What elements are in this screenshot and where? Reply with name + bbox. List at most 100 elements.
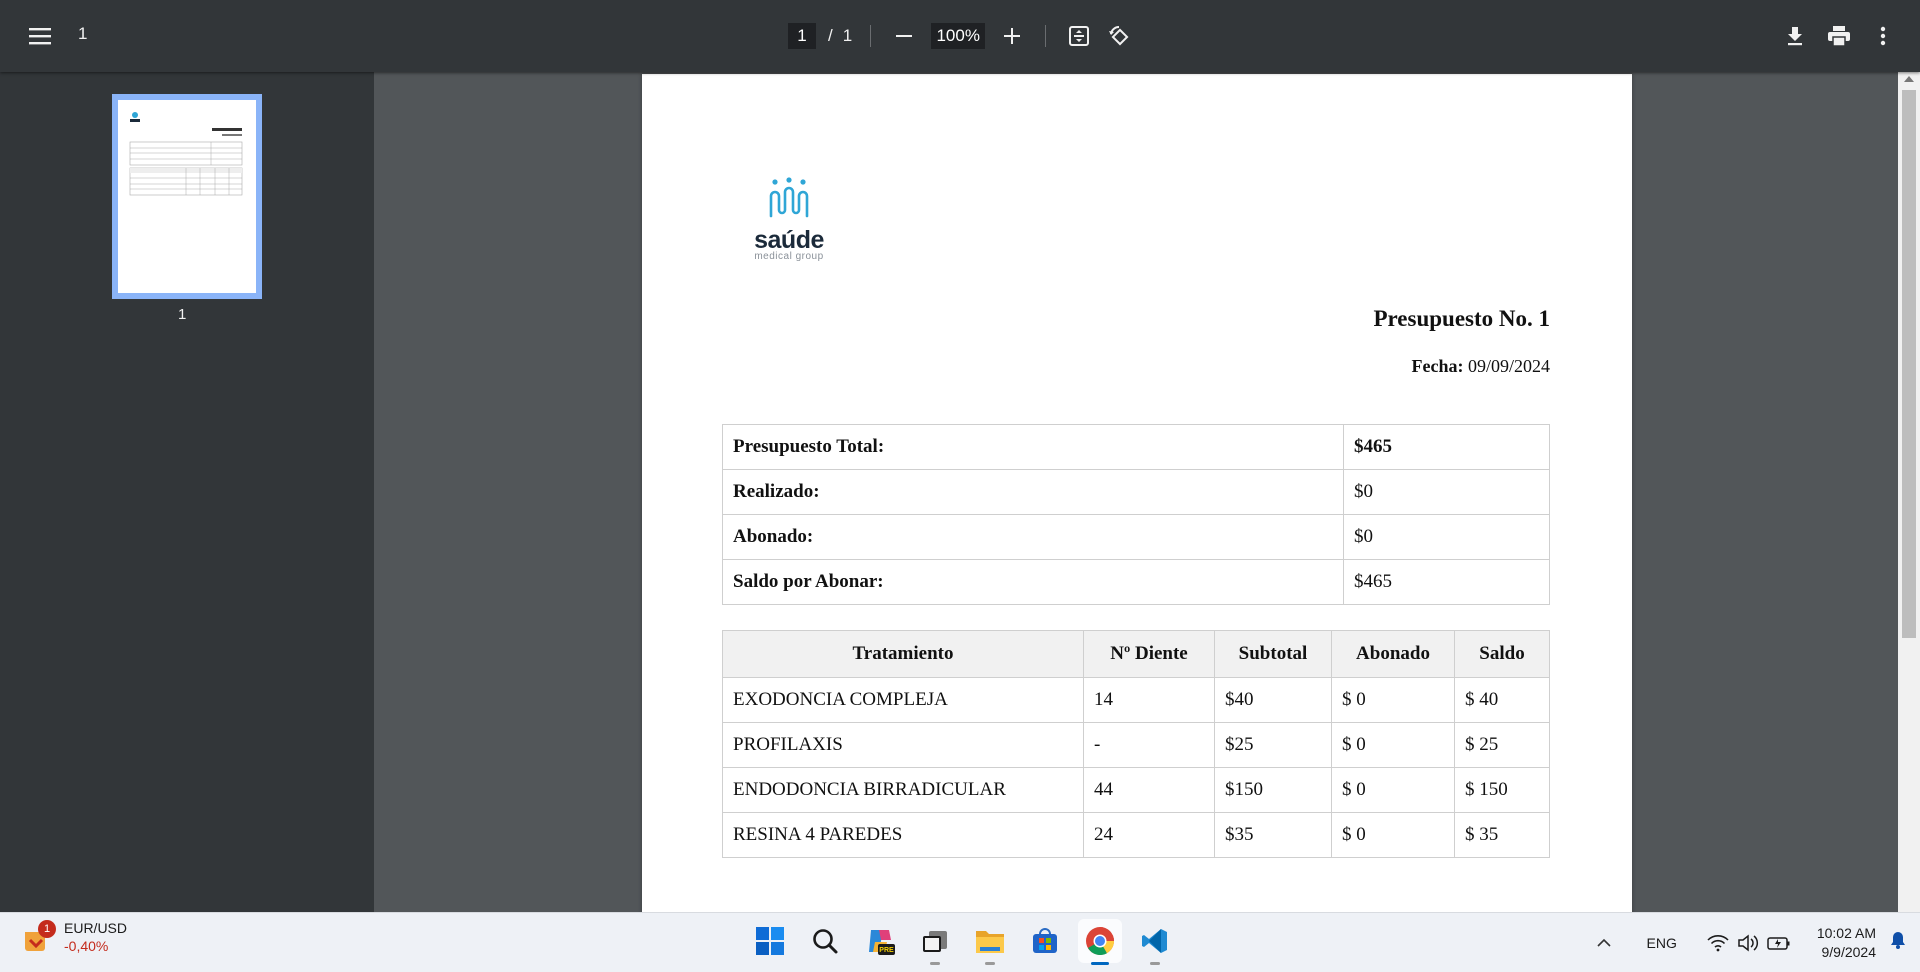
running-indicator [930, 962, 940, 965]
budget-date: Fecha: 09/09/2024 [1412, 356, 1551, 377]
file-explorer-button[interactable] [968, 919, 1012, 963]
document-viewer[interactable]: saúde medical group Presupuesto No. 1 Fe… [374, 72, 1898, 912]
budget-title: Presupuesto No. 1 [1373, 306, 1550, 332]
task-view-button[interactable] [913, 919, 957, 963]
clock-time: 10:02 AM [1817, 924, 1876, 943]
zoom-input[interactable]: 100% [931, 23, 985, 49]
table-cell: 24 [1084, 813, 1215, 858]
table-row: ENDODONCIA BIRRADICULAR 44 $150 $ 0 $ 15… [723, 768, 1550, 813]
more-options-button[interactable] [1868, 21, 1898, 51]
vertical-scrollbar[interactable] [1898, 72, 1920, 912]
table-cell: 14 [1084, 678, 1215, 723]
zoom-in-button[interactable] [997, 21, 1027, 51]
active-indicator [1091, 962, 1109, 965]
table-row: Saldo por Abonar:$465 [723, 560, 1550, 605]
saude-logo-icon [767, 176, 811, 220]
scroll-up-arrow[interactable] [1904, 76, 1914, 82]
copilot-button[interactable]: PRE [858, 919, 902, 963]
search-button[interactable] [803, 919, 847, 963]
zoom-out-button[interactable] [889, 21, 919, 51]
thumbnail-page-number: 1 [178, 306, 186, 323]
column-header: Tratamiento [723, 631, 1084, 678]
thumbnail-sidebar: 1 [0, 72, 374, 912]
system-tray: ENG 10:02 AM 9/9/2024 [1597, 913, 1920, 972]
document-title: 1 [78, 24, 87, 44]
widget-title: EUR/USD [64, 919, 127, 937]
plus-icon [1003, 27, 1021, 45]
logo-tagline: medical group [744, 251, 834, 263]
windows-taskbar: 1 EUR/USD -0,40% PRE [0, 912, 1920, 972]
table-cell: $ 25 [1455, 723, 1550, 768]
vscode-icon [1141, 927, 1169, 955]
search-icon [811, 927, 839, 955]
menu-icon[interactable] [26, 22, 54, 50]
table-cell: $ 35 [1455, 813, 1550, 858]
table-row: Realizado:$0 [723, 470, 1550, 515]
saude-logo: saúde medical group [744, 176, 834, 264]
wifi-icon [1707, 934, 1729, 952]
notification-bell-icon[interactable] [1890, 931, 1906, 954]
table-cell: $35 [1215, 813, 1332, 858]
download-icon [1785, 25, 1805, 47]
vscode-button[interactable] [1133, 919, 1177, 963]
summary-label: Realizado: [723, 470, 1344, 515]
table-cell: $ 0 [1332, 813, 1455, 858]
summary-label: Presupuesto Total: [723, 425, 1344, 470]
chevron-up-icon[interactable] [1597, 935, 1611, 951]
table-cell: $25 [1215, 723, 1332, 768]
download-button[interactable] [1780, 21, 1810, 51]
notification-badge: 1 [38, 920, 56, 938]
chrome-button[interactable] [1078, 919, 1122, 963]
column-header: Subtotal [1215, 631, 1332, 678]
widget-change: -0,40% [64, 937, 127, 955]
table-cell: 44 [1084, 768, 1215, 813]
page-controls: 1 / 1 100% [788, 20, 1134, 52]
table-cell: $ 40 [1455, 678, 1550, 723]
fit-to-page-button[interactable] [1064, 21, 1094, 51]
microsoft-store-icon [1031, 927, 1059, 955]
tray-status-icons[interactable] [1707, 934, 1791, 952]
language-indicator[interactable]: ENG [1647, 935, 1677, 951]
column-header: Saldo [1455, 631, 1550, 678]
thumbnail-preview [118, 100, 256, 293]
task-view-icon [921, 927, 949, 955]
table-row: RESINA 4 PAREDES 24 $35 $ 0 $ 35 [723, 813, 1550, 858]
table-cell: $ 150 [1455, 768, 1550, 813]
budget-summary-table: Presupuesto Total:$465 Realizado:$0 Abon… [722, 424, 1550, 605]
system-clock[interactable]: 10:02 AM 9/9/2024 [1817, 924, 1876, 962]
clock-date: 9/9/2024 [1817, 943, 1876, 962]
table-cell: $ 0 [1332, 723, 1455, 768]
table-cell: $150 [1215, 768, 1332, 813]
running-indicator [1150, 962, 1160, 965]
print-button[interactable] [1824, 21, 1854, 51]
file-explorer-icon [975, 927, 1005, 955]
stocks-icon: 1 [22, 920, 52, 954]
running-indicator [985, 962, 995, 965]
pdf-toolbar: 1 1 / 1 100% [0, 0, 1920, 72]
minus-icon [895, 27, 913, 45]
summary-value: $0 [1344, 515, 1550, 560]
table-row: PROFILAXIS - $25 $ 0 $ 25 [723, 723, 1550, 768]
microsoft-store-button[interactable] [1023, 919, 1067, 963]
pdf-page: saúde medical group Presupuesto No. 1 Fe… [642, 74, 1632, 912]
table-cell: $ 0 [1332, 678, 1455, 723]
page-thumbnail[interactable] [112, 94, 262, 299]
table-cell: $ 0 [1332, 768, 1455, 813]
weather-finance-widget[interactable]: 1 EUR/USD -0,40% [22, 919, 127, 955]
windows-start-icon [755, 926, 785, 956]
summary-label: Saldo por Abonar: [723, 560, 1344, 605]
rotate-button[interactable] [1104, 21, 1134, 51]
copilot-icon: PRE [865, 926, 895, 956]
toolbar-divider [1045, 25, 1046, 47]
table-cell: - [1084, 723, 1215, 768]
scroll-thumb[interactable] [1902, 90, 1916, 638]
table-header-row: Tratamiento Nº Diente Subtotal Abonado S… [723, 631, 1550, 678]
page-number-input[interactable]: 1 [788, 23, 816, 49]
date-label: Fecha: [1412, 356, 1464, 376]
table-row: Presupuesto Total:$465 [723, 425, 1550, 470]
chrome-icon [1085, 926, 1115, 956]
windows-start-button[interactable] [748, 919, 792, 963]
table-cell: EXODONCIA COMPLEJA [723, 678, 1084, 723]
print-icon [1827, 25, 1851, 47]
svg-text:PRE: PRE [879, 947, 894, 954]
